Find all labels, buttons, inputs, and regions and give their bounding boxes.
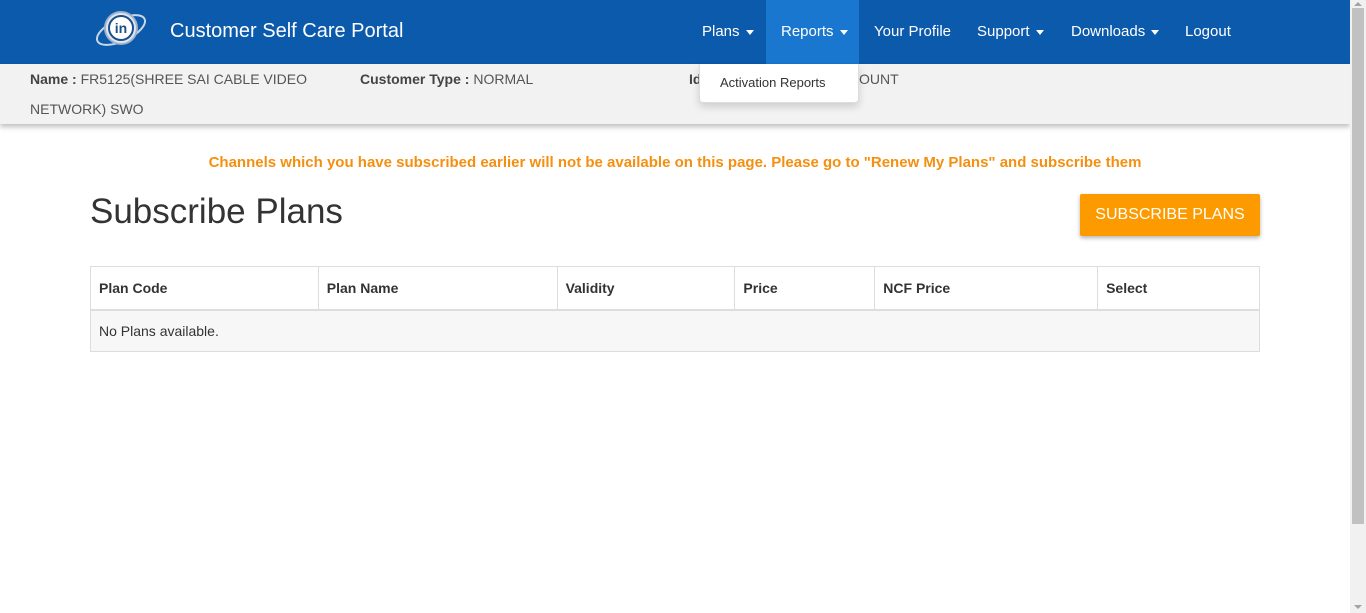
page-title: Subscribe Plans [90,192,343,231]
top-navbar: in Customer Self Care Portal Plans Repor… [0,0,1350,64]
caret-down-icon [1151,29,1160,35]
plans-table: Plan Code Plan Name Validity Price NCF P… [90,266,1260,352]
nav-your-profile-label: Your Profile [874,23,951,40]
column-header-ncf-price[interactable]: NCF Price [874,266,1099,311]
column-header-price[interactable]: Price [734,266,876,311]
nav-downloads-label: Downloads [1071,23,1146,40]
column-header-plan-code[interactable]: Plan Code [90,266,319,311]
vertical-scrollbar[interactable] [1350,0,1366,613]
caret-down-icon [1035,29,1044,35]
nav-logout[interactable]: Logout [1170,0,1246,64]
scroll-down-arrow-icon[interactable] [1354,605,1362,609]
nav-support[interactable]: Support [962,0,1059,64]
caret-down-icon [745,29,754,35]
customer-name-value-cont: NETWORK) SWO [30,101,144,117]
reports-dropdown-menu: Activation Reports [699,64,859,103]
empty-table-message: No Plans available. [90,309,1260,352]
svg-text:in: in [115,20,127,36]
nav-support-label: Support [977,23,1030,40]
customer-name-value: FR5125(SHREE SAI CABLE VIDEO [80,71,307,87]
nav-reports[interactable]: Reports [766,0,859,64]
customer-id-value: OUNT [859,71,899,87]
customer-info-bar: Name : FR5125(SHREE SAI CABLE VIDEO NETW… [0,64,1350,124]
table-header-row: Plan Code Plan Name Validity Price NCF P… [90,266,1260,311]
customer-name-label: Name : [30,71,77,87]
menu-item-activation-reports[interactable]: Activation Reports [720,75,826,90]
customer-name: Name : FR5125(SHREE SAI CABLE VIDEO NETW… [30,64,307,124]
customer-type: Customer Type : NORMAL [360,64,533,94]
scroll-up-arrow-icon[interactable] [1354,2,1362,6]
nav-logout-label: Logout [1185,23,1231,40]
scrollbar-thumb[interactable] [1352,8,1364,524]
nav-your-profile[interactable]: Your Profile [859,0,966,64]
customer-type-value: NORMAL [473,71,534,87]
caret-down-icon [839,29,848,35]
table-row: No Plans available. [90,309,1260,352]
notice-message: Channels which you have subscribed earli… [208,154,1142,171]
nav-plans[interactable]: Plans [687,0,769,64]
company-logo-icon[interactable]: in [94,4,152,58]
nav-reports-label: Reports [781,23,834,40]
column-header-validity[interactable]: Validity [556,266,736,311]
column-header-plan-name[interactable]: Plan Name [317,266,558,311]
customer-type-label: Customer Type : [360,71,470,87]
nav-plans-label: Plans [702,23,740,40]
column-header-select[interactable]: Select [1097,266,1260,311]
subscribe-plans-button[interactable]: SUBSCRIBE PLANS [1080,194,1260,236]
nav-downloads[interactable]: Downloads [1056,0,1174,64]
portal-title[interactable]: Customer Self Care Portal [170,20,403,43]
